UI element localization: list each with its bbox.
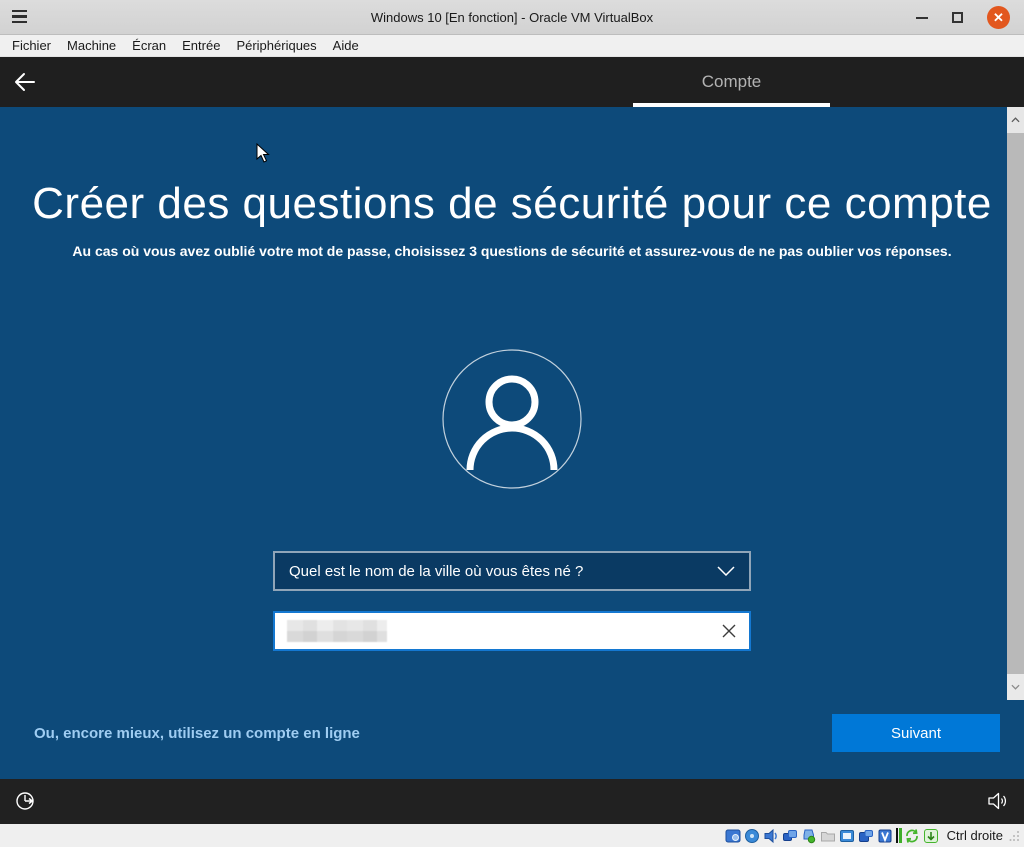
menu-machine[interactable]: Machine [59, 38, 124, 53]
chevron-down-icon [717, 566, 735, 576]
menu-fichier[interactable]: Fichier [4, 38, 59, 53]
network-icon[interactable] [782, 827, 799, 844]
redacted-answer-text [287, 620, 387, 642]
audio-icon[interactable] [763, 827, 780, 844]
security-answer-input[interactable] [273, 611, 751, 651]
video-capture-icon[interactable] [858, 827, 875, 844]
menu-peripheriques[interactable]: Périphériques [228, 38, 324, 53]
vbox-menubar: Fichier Machine Écran Entrée Périphériqu… [0, 35, 1024, 57]
security-question-value: Quel est le nom de la ville où vous êtes… [289, 563, 717, 580]
menu-entree[interactable]: Entrée [174, 38, 228, 53]
mouse-cursor [256, 143, 272, 163]
next-button[interactable]: Suivant [832, 714, 1000, 752]
keyboard-capture-icon[interactable] [923, 827, 940, 844]
host-key-label: Ctrl droite [947, 828, 1003, 843]
maximize-button[interactable] [952, 12, 963, 23]
ease-of-access-icon[interactable] [14, 790, 36, 812]
back-arrow-icon[interactable] [13, 70, 37, 94]
page-subtitle: Au cas où vous avez oublié votre mot de … [0, 243, 1024, 259]
tab-compte[interactable]: Compte [633, 57, 830, 107]
minimize-button[interactable] [916, 17, 928, 19]
scrollbar[interactable] [1007, 107, 1024, 700]
close-button[interactable]: ✕ [987, 6, 1010, 29]
oobe-header: Compte [0, 57, 1024, 107]
scrollbar-down-icon[interactable] [1007, 674, 1024, 700]
shared-folders-icon[interactable] [820, 827, 837, 844]
oobe-footer [0, 779, 1024, 824]
display-icon[interactable] [839, 827, 856, 844]
vbox-titlebar: Windows 10 [En fonction] - Oracle VM Vir… [0, 0, 1024, 35]
vbox-statusbar: Ctrl droite [0, 824, 1024, 847]
page-title: Créer des questions de sécurité pour ce … [0, 179, 1024, 229]
security-question-select[interactable]: Quel est le nom de la ville où vous êtes… [273, 551, 751, 591]
features-icon[interactable] [877, 827, 894, 844]
hard-disks-icon[interactable] [725, 827, 742, 844]
usb-icon[interactable] [801, 827, 818, 844]
hamburger-menu-icon[interactable] [12, 10, 27, 23]
mouse-integration-icon[interactable] [904, 827, 921, 844]
user-avatar-icon [442, 349, 582, 489]
menu-aide[interactable]: Aide [325, 38, 367, 53]
optical-drives-icon[interactable] [744, 827, 761, 844]
menu-ecran[interactable]: Écran [124, 38, 174, 53]
oobe-main: Créer des questions de sécurité pour ce … [0, 107, 1024, 779]
scrollbar-up-icon[interactable] [1007, 107, 1024, 133]
clear-input-icon[interactable] [721, 623, 737, 639]
activity-indicator [896, 828, 902, 844]
volume-icon[interactable] [986, 790, 1008, 812]
online-account-link[interactable]: Ou, encore mieux, utilisez un compte en … [34, 725, 360, 742]
resize-grip[interactable] [1009, 829, 1021, 843]
window-controls: ✕ [916, 0, 1010, 35]
window-title: Windows 10 [En fonction] - Oracle VM Vir… [0, 10, 1024, 25]
